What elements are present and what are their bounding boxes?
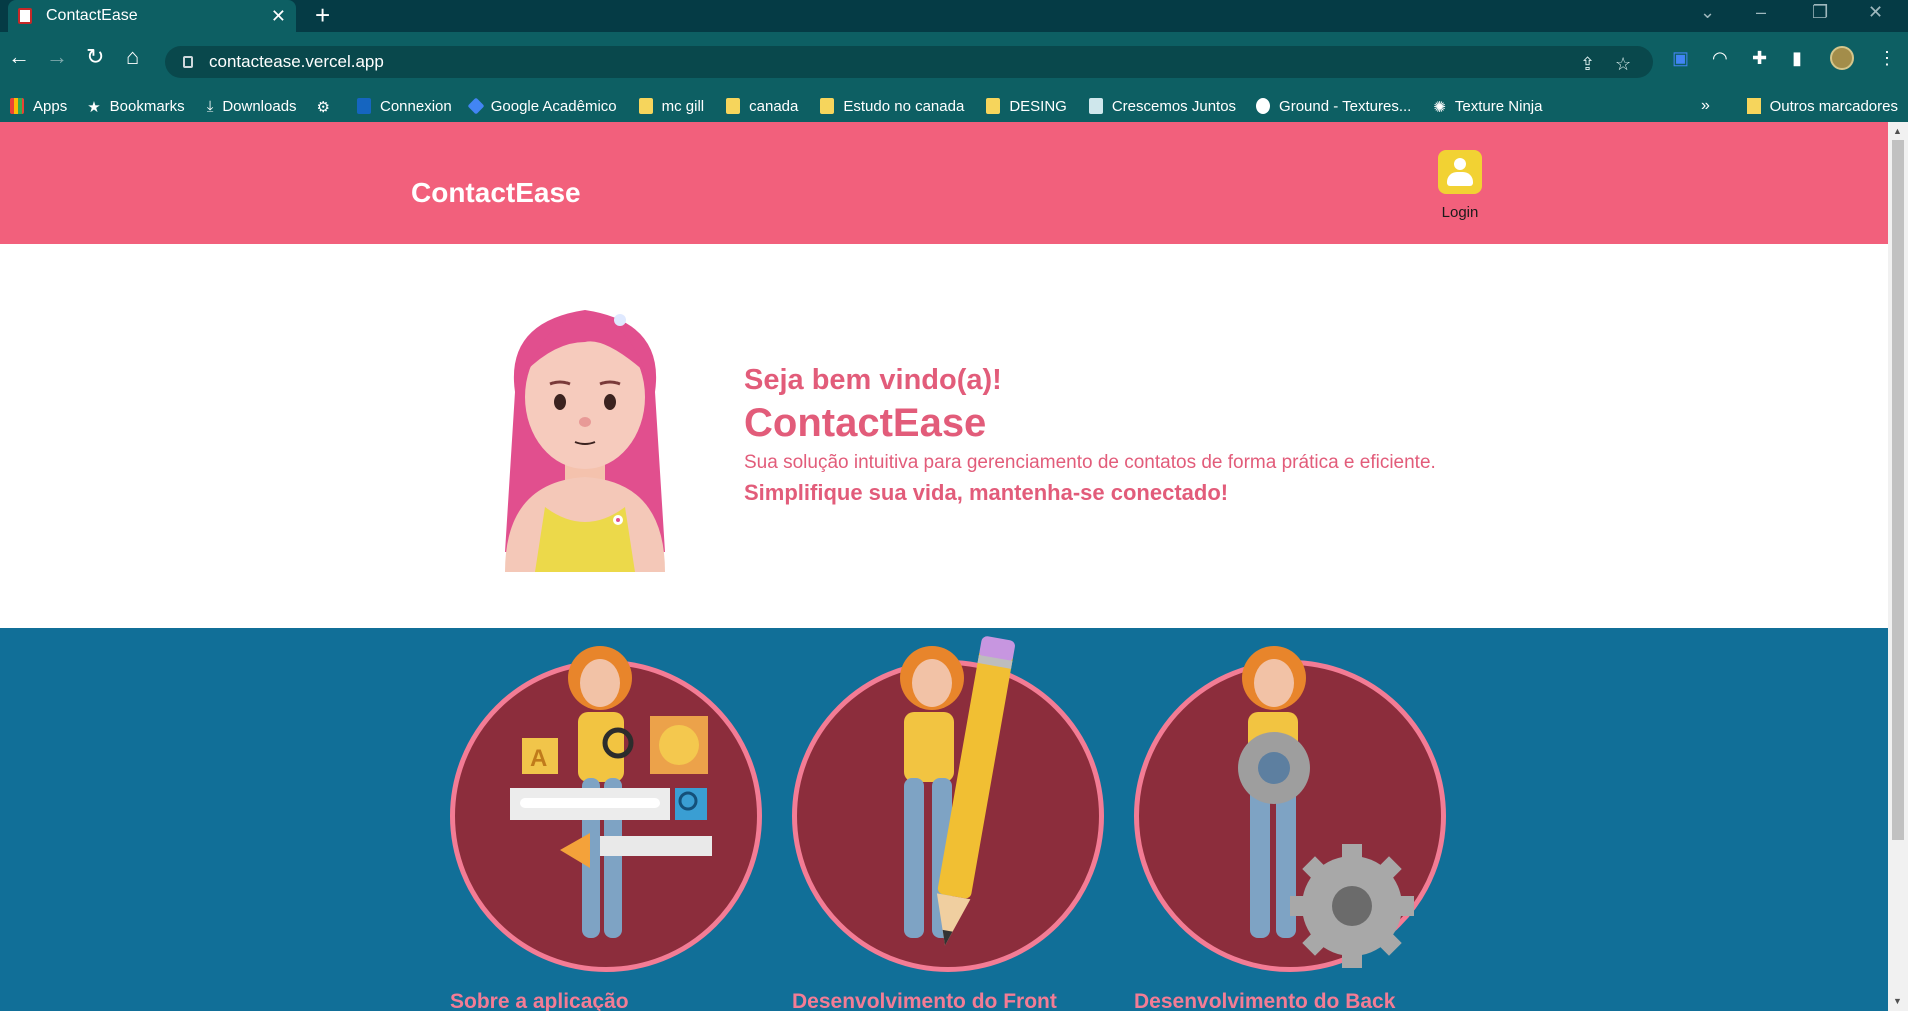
page-scrollbar[interactable]: ▲ ▼ bbox=[1888, 122, 1908, 1011]
side-panel-icon[interactable]: ▮ bbox=[1792, 48, 1802, 69]
bookmark-star-icon[interactable]: ☆ bbox=[1615, 54, 1631, 75]
feature-title[interactable]: Desenvolvimento do Back bbox=[1134, 990, 1395, 1011]
bookmark-desing[interactable]: DESING bbox=[986, 98, 1067, 115]
share-icon[interactable]: ⇪ bbox=[1580, 54, 1595, 75]
close-tab-icon[interactable]: ✕ bbox=[271, 6, 286, 27]
folder-icon bbox=[986, 98, 1001, 114]
folder-icon bbox=[638, 98, 653, 114]
user-icon bbox=[1438, 150, 1482, 194]
tab-title: ContactEase bbox=[46, 7, 138, 24]
bookmark-bookmarks[interactable]: ★ Bookmarks bbox=[87, 98, 184, 117]
site-header: ContactEase Login bbox=[0, 122, 1888, 244]
app-icon: ⚙ bbox=[316, 99, 330, 116]
profile-avatar[interactable] bbox=[1830, 46, 1854, 70]
document-icon bbox=[1088, 98, 1103, 114]
scroll-up-icon[interactable]: ▲ bbox=[1893, 126, 1902, 136]
bookmarks-overflow-button[interactable]: » bbox=[1701, 90, 1710, 122]
bookmark-connexion[interactable]: Connexion bbox=[357, 98, 452, 115]
bookmark-apps[interactable]: Apps bbox=[10, 98, 67, 115]
bookmark-mc-gill[interactable]: mc gill bbox=[638, 98, 704, 115]
browser-toolbar: ← → ↻ ⌂ contactease.vercel.app ⇪ ☆ bbox=[0, 32, 1908, 90]
lock-icon bbox=[183, 56, 193, 68]
reload-icon[interactable]: ↻ bbox=[86, 46, 104, 68]
hero-slogan: Simplifique sua vida, mantenha-se conect… bbox=[744, 480, 1229, 505]
download-icon: ⤓ bbox=[206, 98, 214, 115]
back-icon[interactable]: ← bbox=[8, 46, 30, 68]
star-icon: ★ bbox=[87, 99, 101, 116]
menu-kebab-icon[interactable]: ⋮ bbox=[1878, 48, 1896, 69]
browser-tab[interactable]: ContactEase ✕ bbox=[8, 0, 296, 32]
minimize-button[interactable]: – bbox=[1756, 2, 1766, 23]
hero-text: Seja bem vindo(a)! ContactEase Sua soluç… bbox=[744, 364, 1436, 506]
bookmark-unnamed[interactable]: ⚙ bbox=[316, 98, 339, 116]
search-girl-illustration: A bbox=[510, 646, 712, 938]
login-button[interactable]: Login bbox=[1432, 150, 1488, 221]
bookmark-ground-textures[interactable]: Ground - Textures... bbox=[1256, 98, 1411, 115]
restore-button[interactable]: ❐ bbox=[1812, 2, 1828, 23]
new-tab-button[interactable]: + bbox=[315, 2, 330, 28]
bookmark-crescemos-juntos[interactable]: Crescemos Juntos bbox=[1088, 98, 1236, 115]
forward-icon[interactable]: → bbox=[46, 46, 68, 68]
page-viewport: ContactEase Login Seja bem vindo(a)! Con… bbox=[0, 122, 1888, 1011]
bookmark-texture-ninja[interactable]: ✺ Texture Ninja bbox=[1433, 98, 1542, 117]
globe-icon bbox=[1256, 98, 1271, 114]
hero-title: ContactEase bbox=[744, 401, 987, 445]
scrollbar-thumb[interactable] bbox=[1892, 140, 1904, 840]
bookmarks-bar: Apps ★ Bookmarks ⤓ Downloads ⚙ Connexion G… bbox=[0, 90, 1908, 122]
scholar-icon bbox=[467, 97, 485, 115]
bookmark-estudo-no-canada[interactable]: Estudo no canada bbox=[820, 98, 964, 115]
gear-girl-illustration bbox=[1238, 646, 1414, 968]
paypal-icon bbox=[357, 98, 371, 114]
feature-title[interactable]: Sobre a aplicação bbox=[450, 990, 629, 1011]
bookmark-downloads[interactable]: ⤓ Downloads bbox=[206, 98, 297, 116]
tab-search-icon[interactable]: ⌄ bbox=[1700, 2, 1715, 23]
apps-grid-icon bbox=[10, 98, 24, 114]
extension-icon[interactable]: ◠ bbox=[1712, 48, 1728, 69]
home-icon[interactable]: ⌂ bbox=[126, 46, 139, 68]
hero-section: Seja bem vindo(a)! ContactEase Sua soluç… bbox=[0, 244, 1888, 628]
close-window-button[interactable]: ✕ bbox=[1868, 2, 1883, 23]
features-section: A Sobre a aplicação Desenvolvimento do F… bbox=[0, 628, 1888, 1011]
feature-title[interactable]: Desenvolvimento do Front bbox=[792, 990, 1057, 1011]
puzzle-icon[interactable]: ✚ bbox=[1752, 48, 1767, 69]
folder-icon bbox=[1746, 98, 1761, 114]
site-brand[interactable]: ContactEase bbox=[411, 177, 581, 209]
login-label: Login bbox=[1441, 204, 1479, 221]
hero-description: Sua solução intuitiva para gerenciamento… bbox=[744, 452, 1436, 473]
translate-icon[interactable]: ▣ bbox=[1672, 48, 1689, 69]
hero-greeting: Seja bem vindo(a)! bbox=[744, 364, 1002, 396]
bookmark-google-academico[interactable]: Google Acadêmico bbox=[467, 97, 617, 115]
pencil-girl-illustration bbox=[900, 636, 1015, 946]
site-favicon-icon bbox=[18, 8, 32, 24]
bookmark-other[interactable]: Outros marcadores bbox=[1746, 90, 1898, 122]
avatar-girl-illustration bbox=[505, 310, 665, 572]
bookmark-canada[interactable]: canada bbox=[726, 98, 798, 115]
browser-tab-strip: ContactEase ✕ + ⌄ – ❐ ✕ bbox=[0, 0, 1908, 32]
address-bar[interactable]: contactease.vercel.app ⇪ ☆ bbox=[165, 46, 1653, 78]
scroll-down-icon[interactable]: ▼ bbox=[1893, 996, 1902, 1006]
folder-icon bbox=[726, 98, 741, 114]
svg-text:A: A bbox=[530, 745, 547, 772]
ninja-icon: ✺ bbox=[1433, 99, 1446, 116]
url-text: contactease.vercel.app bbox=[209, 52, 384, 71]
folder-icon bbox=[820, 98, 835, 114]
